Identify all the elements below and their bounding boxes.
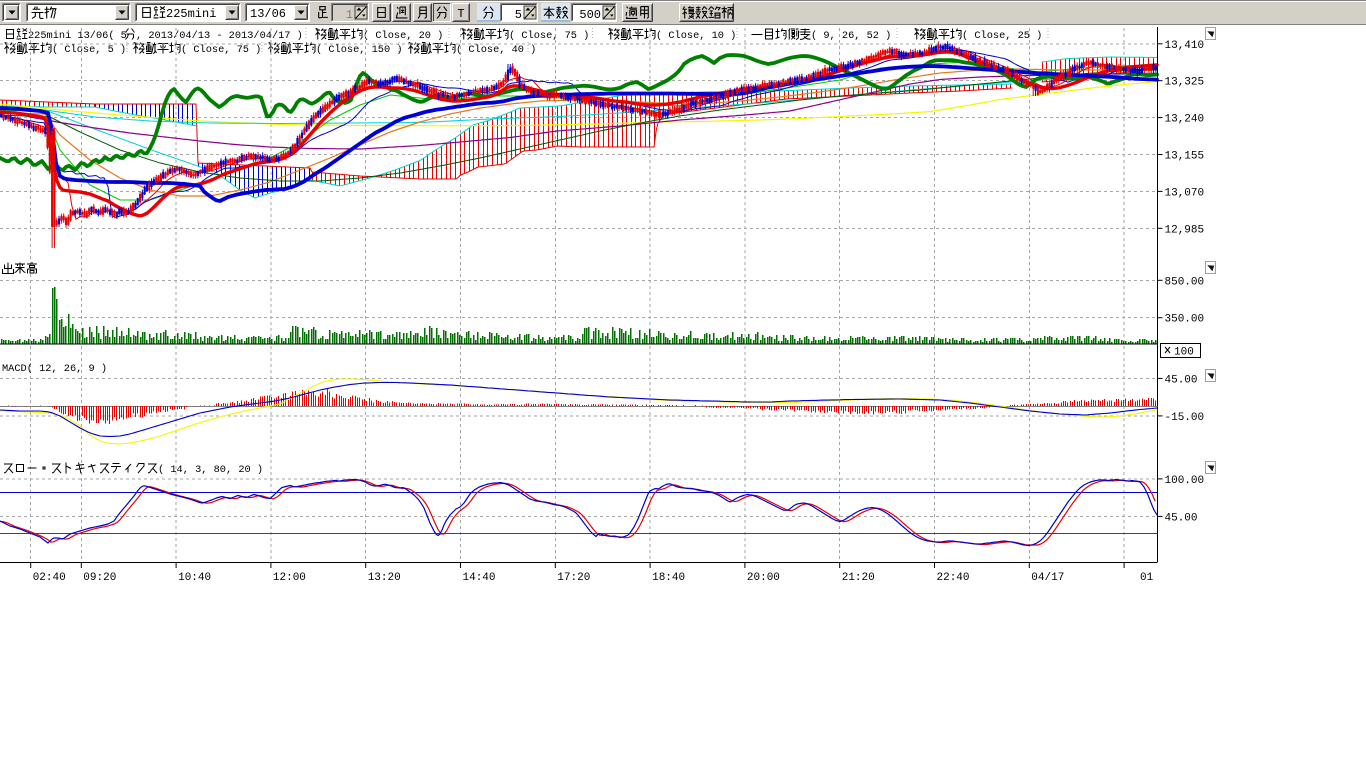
svg-text:21:20: 21:20 (842, 572, 875, 584)
svg-text:22:40: 22:40 (937, 572, 970, 584)
svg-text:( Close, 5 ): ( Close, 5 ) (52, 44, 126, 56)
svg-text:, 2013/04/13 - 2013/04/17 ): , 2013/04/13 - 2013/04/17 ) (136, 30, 303, 42)
svg-text:14:40: 14:40 (463, 572, 496, 584)
svg-text:09:20: 09:20 (83, 572, 116, 584)
svg-text:( Close, 75 ): ( Close, 75 ) (181, 44, 261, 56)
svg-text:MACD( 12, 26, 9 ): MACD( 12, 26, 9 ) (2, 363, 107, 375)
svg-text:850.00: 850.00 (1165, 276, 1205, 288)
svg-text:12,985: 12,985 (1165, 224, 1205, 236)
svg-text:( Close, 75 ): ( Close, 75 ) (509, 30, 589, 42)
svg-text:13,155: 13,155 (1165, 151, 1205, 163)
svg-text:13:20: 13:20 (368, 572, 401, 584)
svg-text:100: 100 (1174, 347, 1194, 359)
svg-text:( 14, 3, 80, 20 ): ( 14, 3, 80, 20 ) (158, 464, 263, 476)
svg-text:17:20: 17:20 (557, 572, 590, 584)
svg-text:01: 01 (1140, 572, 1154, 584)
svg-text:45.00: 45.00 (1165, 512, 1198, 524)
svg-text:04/17: 04/17 (1031, 572, 1064, 584)
svg-text:100.00: 100.00 (1165, 475, 1205, 487)
svg-text:13/06: 13/06 (250, 7, 286, 21)
svg-text:18:40: 18:40 (652, 572, 685, 584)
svg-text:T: T (457, 7, 464, 21)
svg-text:( Close, 150 ): ( Close, 150 ) (316, 44, 403, 56)
svg-text:5: 5 (515, 8, 522, 22)
svg-text:20:00: 20:00 (747, 572, 780, 584)
svg-text:350.00: 350.00 (1165, 314, 1205, 326)
svg-text:( Close, 40 ): ( Close, 40 ) (456, 44, 536, 56)
svg-text:10:40: 10:40 (178, 572, 211, 584)
svg-text:02:40: 02:40 (33, 572, 66, 584)
svg-text:1: 1 (346, 8, 353, 22)
svg-text:13,325: 13,325 (1165, 77, 1205, 89)
svg-text:13,070: 13,070 (1165, 187, 1205, 199)
svg-text:13,240: 13,240 (1165, 114, 1205, 126)
svg-text:( Close, 10 ): ( Close, 10 ) (656, 30, 736, 42)
svg-text:500: 500 (579, 8, 601, 22)
svg-text:( Close, 25 ): ( Close, 25 ) (962, 30, 1042, 42)
svg-text:( Close, 20 ): ( Close, 20 ) (363, 30, 443, 42)
svg-text:45.00: 45.00 (1165, 374, 1198, 386)
svg-text:13,410: 13,410 (1165, 40, 1205, 52)
svg-text:-15.00: -15.00 (1165, 412, 1205, 424)
svg-text:12:00: 12:00 (273, 572, 306, 584)
svg-text:225mini 13/06( 5: 225mini 13/06( 5 (28, 30, 127, 42)
svg-text:( 9, 26, 52 ): ( 9, 26, 52 ) (811, 30, 891, 42)
svg-text:225mini: 225mini (166, 7, 216, 21)
